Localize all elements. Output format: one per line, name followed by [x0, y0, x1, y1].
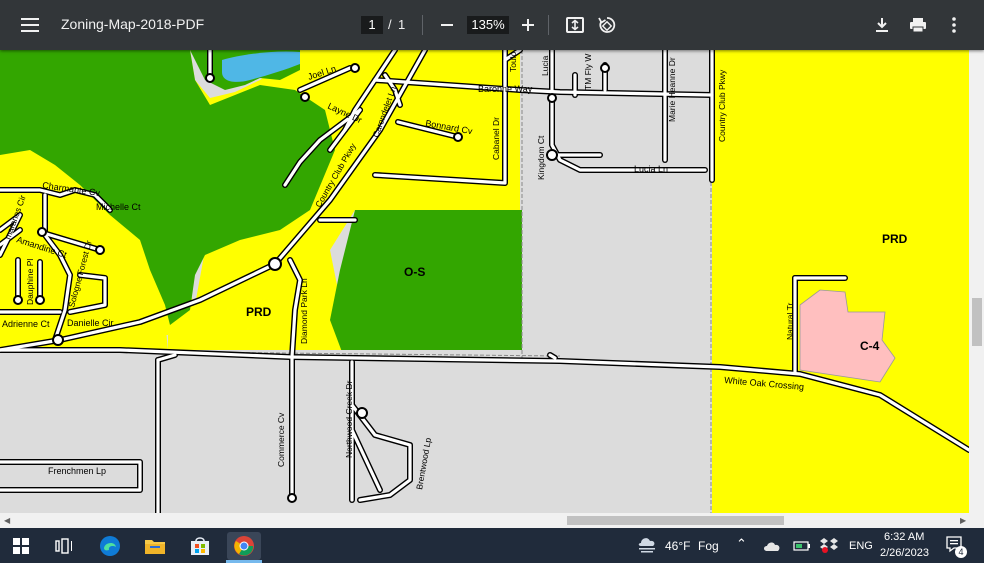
battery-icon[interactable]: [793, 539, 811, 557]
street-label: Danielle Cir: [67, 318, 114, 328]
dropbox-icon[interactable]: [820, 537, 838, 558]
taskbar: 46°F Fog ⌃ ENG 6:32 AM 2/26/2023 4: [0, 528, 984, 563]
vertical-scroll-thumb[interactable]: [972, 298, 982, 346]
street-label: Cabanel Dr: [491, 117, 501, 160]
street-label: Michelle Ct: [96, 202, 141, 212]
document-title: Zoning-Map-2018-PDF: [61, 16, 205, 32]
zone-label-prd-east: PRD: [882, 232, 908, 246]
horizontal-scrollbar[interactable]: [0, 513, 984, 528]
task-view-icon[interactable]: [47, 532, 81, 560]
toolbar-divider: [548, 15, 549, 35]
page-separator: /: [388, 17, 392, 32]
zone-prd-east: [712, 50, 969, 513]
onedrive-cloud-icon[interactable]: [763, 539, 781, 557]
edge-browser-icon[interactable]: [93, 532, 127, 560]
start-button-icon[interactable]: [4, 532, 38, 560]
street-label: Frenchmen Lp: [48, 466, 106, 476]
download-icon[interactable]: [866, 9, 898, 41]
street-label: Dauphine Pl: [25, 259, 35, 305]
weather-description[interactable]: Fog: [698, 539, 719, 553]
menu-icon[interactable]: [14, 9, 46, 41]
street-label: Lucia Ln: [634, 164, 668, 174]
pdf-viewport[interactable]: PRD PRD O-S C-4 Joel Ln Layne Dr Country…: [0, 50, 969, 513]
street-label: Lucia: [540, 55, 550, 76]
chrome-browser-icon[interactable]: [227, 532, 261, 560]
street-label: Kingdom Ct: [536, 135, 546, 180]
zoom-out-icon[interactable]: [431, 9, 463, 41]
street-label: Toulo: [508, 51, 518, 72]
zone-label-c4: C-4: [860, 339, 880, 353]
show-hidden-icons-icon[interactable]: ⌃: [736, 536, 747, 552]
street-label: Northwood Creek Dr: [344, 380, 354, 458]
street-label: Marie Heanne Dr: [667, 57, 677, 122]
scroll-right-arrow-icon[interactable]: ▶: [960, 516, 966, 525]
street-label: Diamond Park Ln: [299, 278, 309, 344]
microsoft-store-icon[interactable]: [183, 532, 217, 560]
street-label: Adrienne Ct: [2, 319, 50, 329]
notification-count-badge: 4: [955, 546, 967, 558]
print-icon[interactable]: [902, 9, 934, 41]
vertical-scrollbar[interactable]: [969, 50, 984, 513]
zone-open-space: [330, 210, 522, 360]
weather-temperature[interactable]: 46°F: [665, 539, 690, 553]
zoning-map: PRD PRD O-S C-4 Joel Ln Layne Dr Country…: [0, 50, 969, 513]
zoom-input[interactable]: 135%: [467, 16, 509, 34]
page-number-input[interactable]: 1: [361, 16, 383, 34]
more-options-icon[interactable]: [938, 9, 970, 41]
street-label: Natural Tr: [785, 303, 795, 340]
clock-date[interactable]: 2/26/2023: [880, 547, 929, 559]
street-label: Country Club Pkwy: [717, 69, 727, 142]
pdf-toolbar: Zoning-Map-2018-PDF 1 / 1 135%: [0, 0, 984, 50]
toolbar-divider: [422, 15, 423, 35]
street-label: Commerce Cv: [276, 412, 286, 467]
scroll-left-arrow-icon[interactable]: ◀: [4, 516, 10, 525]
zoom-in-icon[interactable]: [512, 9, 544, 41]
street-label: TM Fly W: [583, 54, 593, 90]
fit-to-page-icon[interactable]: [559, 9, 591, 41]
clock-time[interactable]: 6:32 AM: [884, 531, 924, 543]
zone-label-prd-west: PRD: [246, 305, 272, 319]
street-label: Baronne Way: [478, 84, 533, 94]
rotate-icon[interactable]: [591, 9, 623, 41]
file-explorer-icon[interactable]: [138, 532, 172, 560]
horizontal-scroll-thumb[interactable]: [567, 516, 784, 525]
input-language[interactable]: ENG: [849, 540, 873, 552]
weather-fog-icon[interactable]: [636, 534, 658, 559]
page-total: 1: [398, 17, 406, 32]
zone-label-open-space: O-S: [404, 265, 425, 279]
